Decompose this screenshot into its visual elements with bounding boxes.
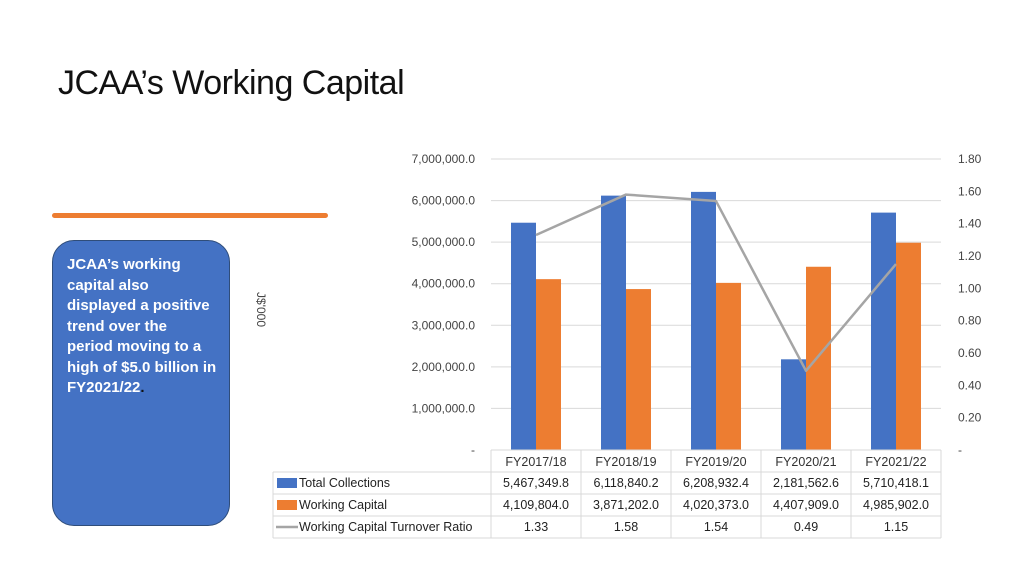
bar-total-collections bbox=[781, 359, 806, 450]
table-cell-value: 4,985,902.0 bbox=[863, 498, 929, 512]
bar-total-collections bbox=[871, 212, 896, 450]
table-cell-value: 4,020,373.0 bbox=[683, 498, 749, 512]
bar-working-capital bbox=[626, 289, 651, 450]
table-cell-value: 4,109,804.0 bbox=[503, 498, 569, 512]
y2-tick-label: 0.40 bbox=[958, 378, 982, 392]
bar-working-capital bbox=[536, 279, 561, 450]
y-tick-label: 6,000,000.0 bbox=[412, 194, 476, 208]
bar-total-collections bbox=[601, 195, 626, 450]
y-tick-label: 1,000,000.0 bbox=[412, 401, 476, 415]
y2-tick-label: 1.80 bbox=[958, 152, 982, 166]
x-category-label: FY2018/19 bbox=[595, 455, 656, 469]
bar-working-capital bbox=[896, 242, 921, 450]
table-cell-value: 2,181,562.6 bbox=[773, 476, 839, 490]
table-cell-value: 1.33 bbox=[524, 520, 548, 534]
x-category-label: FY2021/22 bbox=[865, 455, 926, 469]
bar-total-collections bbox=[691, 191, 716, 450]
table-cell-value: 5,467,349.8 bbox=[503, 476, 569, 490]
y-tick-label: 2,000,000.0 bbox=[412, 360, 476, 374]
y2-tick-label: 1.60 bbox=[958, 184, 982, 198]
legend-swatch bbox=[277, 478, 297, 488]
table-cell-value: 3,871,202.0 bbox=[593, 498, 659, 512]
y-tick-label: 3,000,000.0 bbox=[412, 318, 476, 332]
y-tick-label: - bbox=[471, 443, 475, 457]
table-cell-value: 5,710,418.1 bbox=[863, 476, 929, 490]
x-category-label: FY2017/18 bbox=[505, 455, 566, 469]
table-cell-value: 4,407,909.0 bbox=[773, 498, 839, 512]
x-category-label: FY2019/20 bbox=[685, 455, 746, 469]
table-cell-value: 6,118,840.2 bbox=[593, 476, 658, 490]
y-tick-label: 4,000,000.0 bbox=[412, 277, 476, 291]
table-cell-value: 1.15 bbox=[884, 520, 908, 534]
y2-tick-label: - bbox=[958, 443, 962, 457]
y-tick-label: 7,000,000.0 bbox=[412, 152, 476, 166]
y2-tick-label: 1.20 bbox=[958, 249, 982, 263]
bar-total-collections bbox=[511, 222, 536, 450]
y2-tick-label: 1.00 bbox=[958, 281, 982, 295]
x-category-label: FY2020/21 bbox=[775, 455, 836, 469]
table-cell-value: 1.54 bbox=[704, 520, 728, 534]
y2-tick-label: 0.80 bbox=[958, 314, 982, 328]
y2-tick-label: 0.60 bbox=[958, 346, 982, 360]
legend-swatch bbox=[277, 500, 297, 510]
combo-chart: - 1,000,000.0 2,000,000.0 3,000,000.0 4,000,… bbox=[272, 152, 982, 539]
y2-tick-label: 0.20 bbox=[958, 411, 982, 425]
table-cell-value: 6,208,932.4 bbox=[683, 476, 749, 490]
y2-tick-label: 1.40 bbox=[958, 217, 982, 231]
series-name: Working Capital Turnover Ratio bbox=[299, 520, 473, 534]
table-cell-value: 1.58 bbox=[614, 520, 638, 534]
bar-working-capital bbox=[806, 266, 831, 450]
table-cell-value: 0.49 bbox=[794, 520, 818, 534]
series-name: Total Collections bbox=[299, 476, 390, 490]
bar-working-capital bbox=[716, 282, 741, 450]
series-name: Working Capital bbox=[299, 498, 387, 512]
y-tick-label: 5,000,000.0 bbox=[412, 235, 476, 249]
